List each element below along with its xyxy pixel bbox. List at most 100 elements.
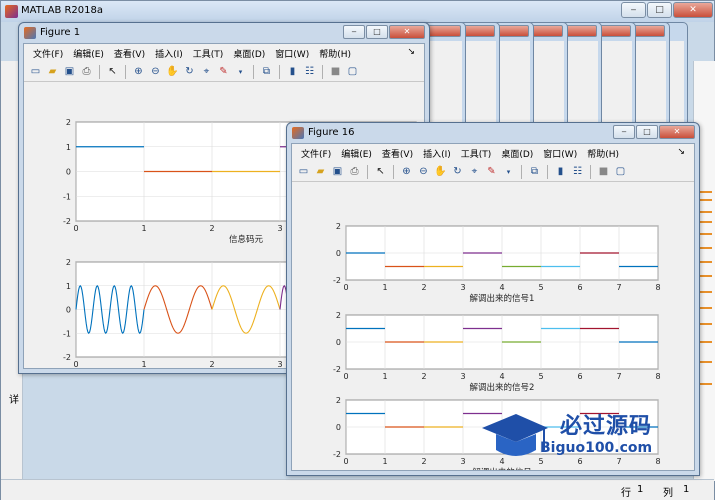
menu-window[interactable]: 窗口(W): [270, 47, 314, 60]
x-axis-label: 解调出来的信号: [472, 467, 532, 470]
x-tick-label: 4: [499, 283, 504, 292]
brush-dropdown-icon[interactable]: ▾: [233, 64, 248, 79]
data-cursor-icon[interactable]: ⌖: [467, 164, 482, 179]
menu-help[interactable]: 帮助(H): [582, 147, 624, 160]
brush-icon[interactable]: ✎: [484, 164, 499, 179]
hide-plot-tools-icon[interactable]: ■: [328, 64, 343, 79]
x-tick-label: 8: [655, 372, 660, 381]
minimize-icon[interactable]: ‒: [613, 125, 635, 139]
y-tick-label: 0: [336, 249, 341, 258]
show-plot-tools-icon[interactable]: ▢: [613, 164, 628, 179]
menu-tools[interactable]: 工具(T): [456, 147, 497, 160]
menu-file[interactable]: 文件(F): [28, 47, 68, 60]
figure-1-menubar: 文件(F) 编辑(E) 查看(V) 插入(I) 工具(T) 桌面(D) 窗口(W…: [24, 44, 424, 62]
menu-insert[interactable]: 插入(I): [418, 147, 456, 160]
menu-help[interactable]: 帮助(H): [314, 47, 356, 60]
x-tick-label: 3: [460, 283, 465, 292]
new-figure-icon[interactable]: ▭: [28, 64, 43, 79]
maximize-icon[interactable]: □: [636, 125, 658, 139]
print-icon[interactable]: ⎙: [79, 64, 94, 79]
menu-view[interactable]: 查看(V): [377, 147, 418, 160]
x-tick-label: 8: [655, 283, 660, 292]
y-tick-label: -2: [333, 450, 341, 459]
x-axis-label: 信息码元: [229, 234, 264, 245]
menu-insert[interactable]: 插入(I): [150, 47, 188, 60]
link-plot-icon[interactable]: ⧉: [527, 164, 542, 179]
figure-1-title: Figure 1: [40, 27, 81, 38]
print-icon[interactable]: ⎙: [347, 164, 362, 179]
menu-file[interactable]: 文件(F): [296, 147, 336, 160]
insert-colorbar-icon[interactable]: ▮: [553, 164, 568, 179]
menu-tools[interactable]: 工具(T): [188, 47, 229, 60]
link-plot-icon[interactable]: ⧉: [259, 64, 274, 79]
data-cursor-icon[interactable]: ⌖: [199, 64, 214, 79]
desktop: MATLAB R2018a ‒ □ ✕ 详 行 1 列 1 Figure 1 ‒…: [0, 0, 715, 500]
status-bar: 行 1 列 1: [1, 479, 714, 500]
figure-16-title-bar[interactable]: Figure 16 ‒ □ ✕: [287, 123, 699, 143]
close-icon[interactable]: ✕: [659, 125, 695, 139]
save-icon[interactable]: ▣: [330, 164, 345, 179]
rotate-3d-icon[interactable]: ↻: [182, 64, 197, 79]
matlab-logo-icon: [5, 5, 18, 18]
close-icon[interactable]: ✕: [673, 2, 713, 18]
edit-plot-icon[interactable]: ↖: [105, 64, 120, 79]
y-tick-label: -2: [333, 276, 341, 285]
minimize-icon[interactable]: ‒: [621, 2, 646, 18]
maximize-icon[interactable]: □: [366, 25, 388, 39]
insert-legend-icon[interactable]: ☷: [302, 64, 317, 79]
x-tick-label: 1: [141, 224, 146, 233]
dock-arrow-icon[interactable]: ↘: [402, 47, 420, 57]
pan-icon[interactable]: ✋: [165, 64, 180, 79]
save-icon[interactable]: ▣: [62, 64, 77, 79]
menu-view[interactable]: 查看(V): [109, 47, 150, 60]
x-tick-label: 3: [460, 372, 465, 381]
figure-1-title-bar[interactable]: Figure 1 ‒ □ ✕: [19, 23, 429, 43]
edit-plot-icon[interactable]: ↖: [373, 164, 388, 179]
zoom-in-icon[interactable]: ⊕: [399, 164, 414, 179]
y-tick-label: -2: [63, 217, 71, 226]
maximize-icon[interactable]: □: [647, 2, 672, 18]
x-tick-label: 7: [616, 283, 621, 292]
zoom-in-icon[interactable]: ⊕: [131, 64, 146, 79]
x-axis-label: 解调出来的信号1: [470, 293, 535, 304]
insert-colorbar-icon[interactable]: ▮: [285, 64, 300, 79]
y-tick-label: 1: [66, 282, 71, 291]
row-value: 1: [637, 484, 644, 495]
col-value: 1: [683, 484, 690, 495]
insert-legend-icon[interactable]: ☷: [570, 164, 585, 179]
pan-icon[interactable]: ✋: [433, 164, 448, 179]
figure-16-window-controls: ‒ □ ✕: [613, 125, 695, 139]
zoom-out-icon[interactable]: ⊖: [416, 164, 431, 179]
x-tick-label: 2: [421, 283, 426, 292]
matlab-title-bar[interactable]: MATLAB R2018a ‒ □ ✕: [1, 1, 714, 22]
open-file-icon[interactable]: ▰: [313, 164, 328, 179]
y-tick-label: 2: [336, 311, 341, 320]
x-tick-label: 5: [538, 372, 543, 381]
y-tick-label: -2: [63, 353, 71, 362]
menu-desktop[interactable]: 桌面(D): [228, 47, 270, 60]
col-label: 列: [663, 488, 673, 499]
y-tick-label: -1: [63, 192, 71, 201]
x-tick-label: 3: [277, 360, 282, 368]
hide-plot-tools-icon[interactable]: ■: [596, 164, 611, 179]
zoom-out-icon[interactable]: ⊖: [148, 64, 163, 79]
brush-icon[interactable]: ✎: [216, 64, 231, 79]
dock-arrow-icon[interactable]: ↘: [672, 147, 690, 157]
menu-edit[interactable]: 编辑(E): [68, 47, 109, 60]
brush-dropdown-icon[interactable]: ▾: [501, 164, 516, 179]
menu-desktop[interactable]: 桌面(D): [496, 147, 538, 160]
close-icon[interactable]: ✕: [389, 25, 425, 39]
figure-16-title: Figure 16: [308, 127, 355, 138]
x-tick-label: 2: [209, 224, 214, 233]
y-tick-label: 2: [336, 222, 341, 231]
minimize-icon[interactable]: ‒: [343, 25, 365, 39]
menu-edit[interactable]: 编辑(E): [336, 147, 377, 160]
open-file-icon[interactable]: ▰: [45, 64, 60, 79]
menu-window[interactable]: 窗口(W): [538, 147, 582, 160]
rotate-3d-icon[interactable]: ↻: [450, 164, 465, 179]
y-tick-label: 0: [336, 423, 341, 432]
x-tick-label: 5: [538, 283, 543, 292]
new-figure-icon[interactable]: ▭: [296, 164, 311, 179]
figure-1-window-controls: ‒ □ ✕: [343, 25, 425, 39]
show-plot-tools-icon[interactable]: ▢: [345, 64, 360, 79]
